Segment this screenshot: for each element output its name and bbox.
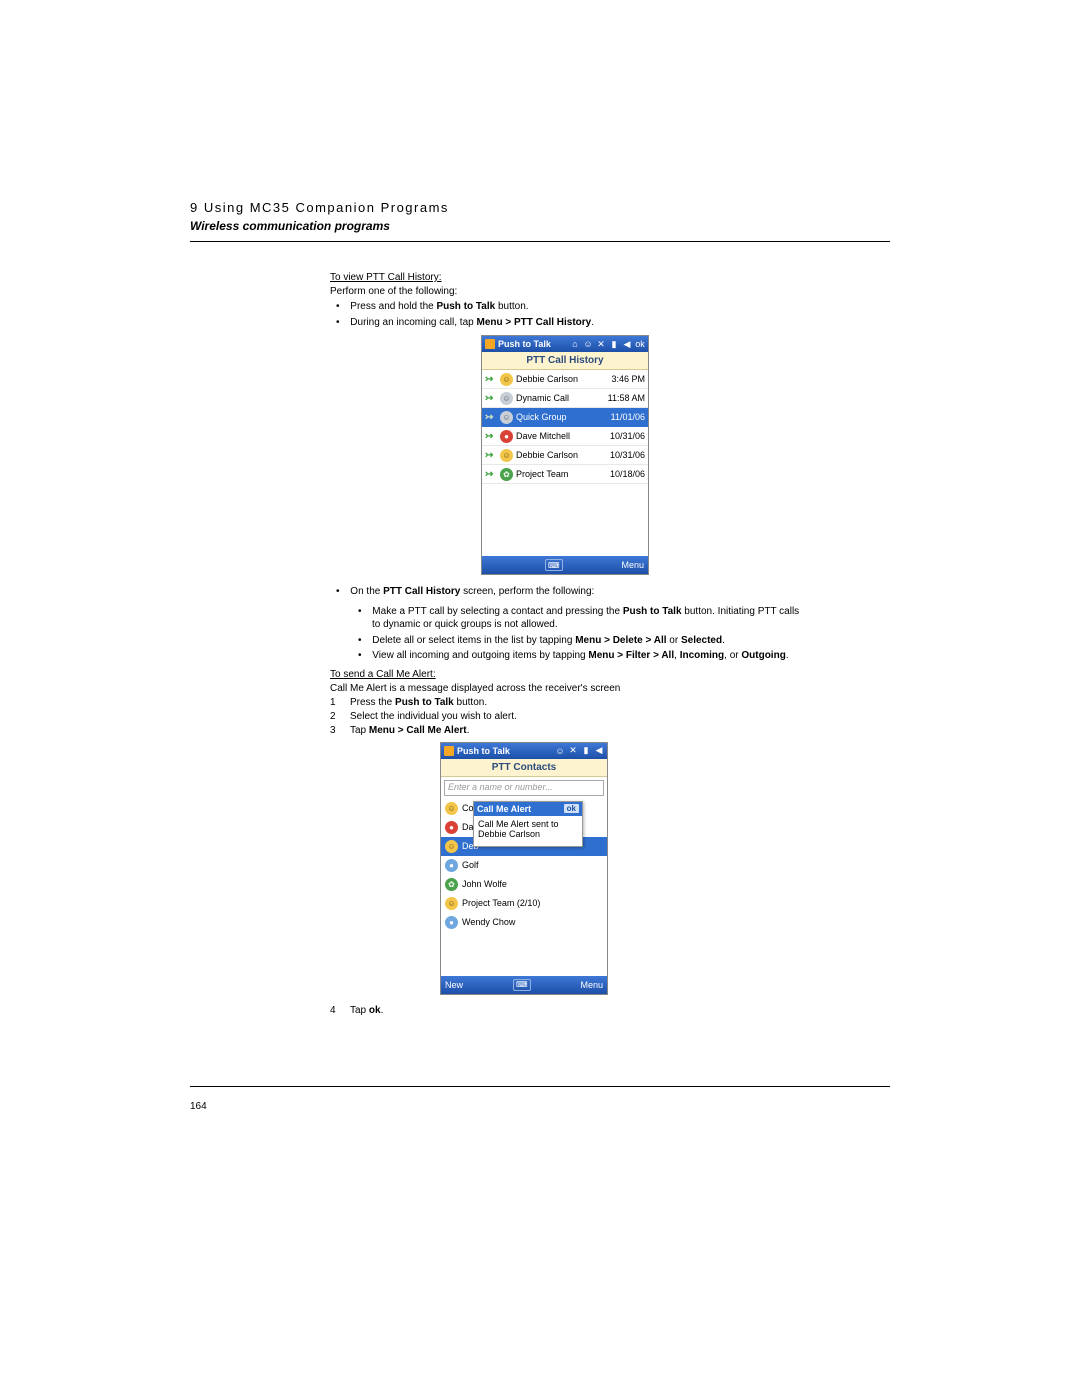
phone-title: Push to Talk [457, 746, 552, 756]
keyboard-icon[interactable]: ⌨ [545, 559, 563, 571]
subbullet-make-call: Make a PTT call by selecting a contact a… [372, 605, 800, 632]
presence-icon: ☺ [445, 802, 458, 815]
page-number: 164 [190, 1101, 207, 1112]
text-call-me-alert-desc: Call Me Alert is a message displayed acr… [330, 683, 800, 694]
step-1: 1 Press the Push to Talk button. [330, 697, 800, 708]
call-time: 10/31/06 [610, 431, 645, 441]
phone-titlebar: Push to Talk ☺ ✕ ▮ ◀ [441, 743, 607, 759]
call-time: 11/01/06 [611, 412, 645, 422]
popup-header: Call Me Alert ok [474, 802, 582, 816]
call-time: 10/31/06 [610, 450, 645, 460]
softkey-right-menu[interactable]: Menu [580, 980, 603, 990]
contact-name: Project Team (2/10) [462, 898, 540, 908]
header-rule [190, 241, 890, 242]
speaker-icon: ◀ [622, 339, 632, 349]
presence-icon: ☺ [500, 373, 513, 386]
screenshot-ptt-contacts: Push to Talk ☺ ✕ ▮ ◀ PTT Contacts Enter … [440, 742, 608, 995]
phone-subheader: PTT Contacts [441, 759, 607, 777]
contact-name: Wendy Chow [462, 917, 515, 927]
presence-icon: ● [445, 916, 458, 929]
contact-name: Dave Mitchell [516, 431, 607, 441]
presence-icon: ☺ [500, 449, 513, 462]
softkey-left-new[interactable]: New [445, 980, 463, 990]
signal-icon: ▮ [581, 746, 591, 756]
smiley-icon: ☺ [555, 746, 565, 756]
presence-icon: ☺ [445, 897, 458, 910]
ok-icon: ok [635, 339, 645, 349]
bullet-press-hold: Press and hold the Push to Talk button. [350, 300, 800, 314]
phone-bottombar: ⌨ Menu [482, 556, 648, 574]
contact-name: Golf [462, 860, 479, 870]
outgoing-arrow-icon: ↣ [485, 374, 497, 385]
keyboard-icon[interactable]: ⌨ [513, 979, 531, 991]
call-me-alert-popup: Call Me Alert ok Call Me Alert sent to D… [473, 801, 583, 848]
softkey-right-menu[interactable]: Menu [621, 560, 644, 570]
history-row[interactable]: ↣ ☺ Debbie Carlson 3:46 PM [482, 370, 648, 389]
contact-name: John Wolfe [462, 879, 507, 889]
presence-icon: ✿ [500, 468, 513, 481]
presence-icon: ✿ [445, 878, 458, 891]
text-perform: Perform one of the following: [330, 286, 800, 297]
bullet-on-screen: On the PTT Call History screen, perform … [350, 585, 800, 599]
bullet-during-call: During an incoming call, tap Menu > PTT … [350, 316, 800, 330]
contact-row[interactable]: ☺ Project Team (2/10) [441, 894, 607, 913]
screenshot-ptt-call-history: Push to Talk ⌂ ☺ ✕ ▮ ◀ ok PTT Call Histo… [481, 335, 649, 575]
chapter-title: 9 Using MC35 Companion Programs [190, 200, 890, 215]
footer-rule [190, 1086, 890, 1087]
start-flag-icon [444, 746, 454, 756]
empty-list-area [482, 484, 648, 556]
section-subtitle: Wireless communication programs [190, 219, 890, 233]
contact-name: Quick Group [516, 412, 608, 422]
outgoing-arrow-icon: ↣ [485, 450, 497, 461]
popup-body: Call Me Alert sent to Debbie Carlson [474, 816, 582, 847]
call-time: 3:46 PM [611, 374, 645, 384]
contact-row[interactable]: ● Wendy Chow [441, 913, 607, 932]
subbullet-filter: View all incoming and outgoing items by … [372, 649, 800, 663]
smiley-icon: ☺ [583, 339, 593, 349]
history-row-selected[interactable]: ↣ ☺ Quick Group 11/01/06 [482, 408, 648, 427]
presence-icon: ☺ [500, 392, 513, 405]
popup-ok-button[interactable]: ok [564, 804, 579, 813]
call-time: 10/18/06 [610, 469, 645, 479]
presence-icon: ● [445, 821, 458, 834]
history-row[interactable]: ↣ ☺ Debbie Carlson 10/31/06 [482, 446, 648, 465]
step-2: 2 Select the individual you wish to aler… [330, 711, 800, 722]
step-4: 4 Tap ok. [330, 1005, 800, 1016]
subbullet-delete: Delete all or select items in the list b… [372, 634, 800, 648]
start-flag-icon [485, 339, 495, 349]
contact-name: Project Team [516, 469, 607, 479]
history-row[interactable]: ↣ ✿ Project Team 10/18/06 [482, 465, 648, 484]
heading-call-me-alert: To send a Call Me Alert: [330, 669, 800, 680]
contact-name: Debbie Carlson [516, 374, 608, 384]
heading-view-history: To view PTT Call History: [330, 272, 800, 283]
phone-subheader: PTT Call History [482, 352, 648, 370]
contact-row[interactable]: ✿ John Wolfe [441, 875, 607, 894]
contact-row[interactable]: ● Golf [441, 856, 607, 875]
phone-title: Push to Talk [498, 339, 567, 349]
speaker-icon: ◀ [594, 746, 604, 756]
outgoing-arrow-icon: ↣ [485, 431, 497, 442]
presence-icon: ☺ [500, 411, 513, 424]
phone-bottombar: New ⌨ Menu [441, 976, 607, 994]
search-input[interactable]: Enter a name or number... [444, 780, 604, 796]
history-row[interactable]: ↣ ● Dave Mitchell 10/31/06 [482, 427, 648, 446]
outgoing-arrow-icon: ↣ [485, 393, 497, 404]
close-icon: ✕ [568, 746, 578, 756]
presence-icon: ☺ [445, 840, 458, 853]
home-icon: ⌂ [570, 339, 580, 349]
contact-name: Dynamic Call [516, 393, 605, 403]
contact-name: Debbie Carlson [516, 450, 607, 460]
call-time: 11:58 AM [608, 393, 645, 403]
outgoing-arrow-icon: ↣ [485, 412, 497, 423]
presence-icon: ● [500, 430, 513, 443]
phone-titlebar: Push to Talk ⌂ ☺ ✕ ▮ ◀ ok [482, 336, 648, 352]
step-3: 3 Tap Menu > Call Me Alert. [330, 725, 800, 736]
signal-icon: ▮ [609, 339, 619, 349]
presence-icon: ● [445, 859, 458, 872]
empty-list-area [441, 932, 607, 976]
close-icon: ✕ [596, 339, 606, 349]
popup-title: Call Me Alert [477, 804, 531, 814]
history-row[interactable]: ↣ ☺ Dynamic Call 11:58 AM [482, 389, 648, 408]
outgoing-arrow-icon: ↣ [485, 469, 497, 480]
